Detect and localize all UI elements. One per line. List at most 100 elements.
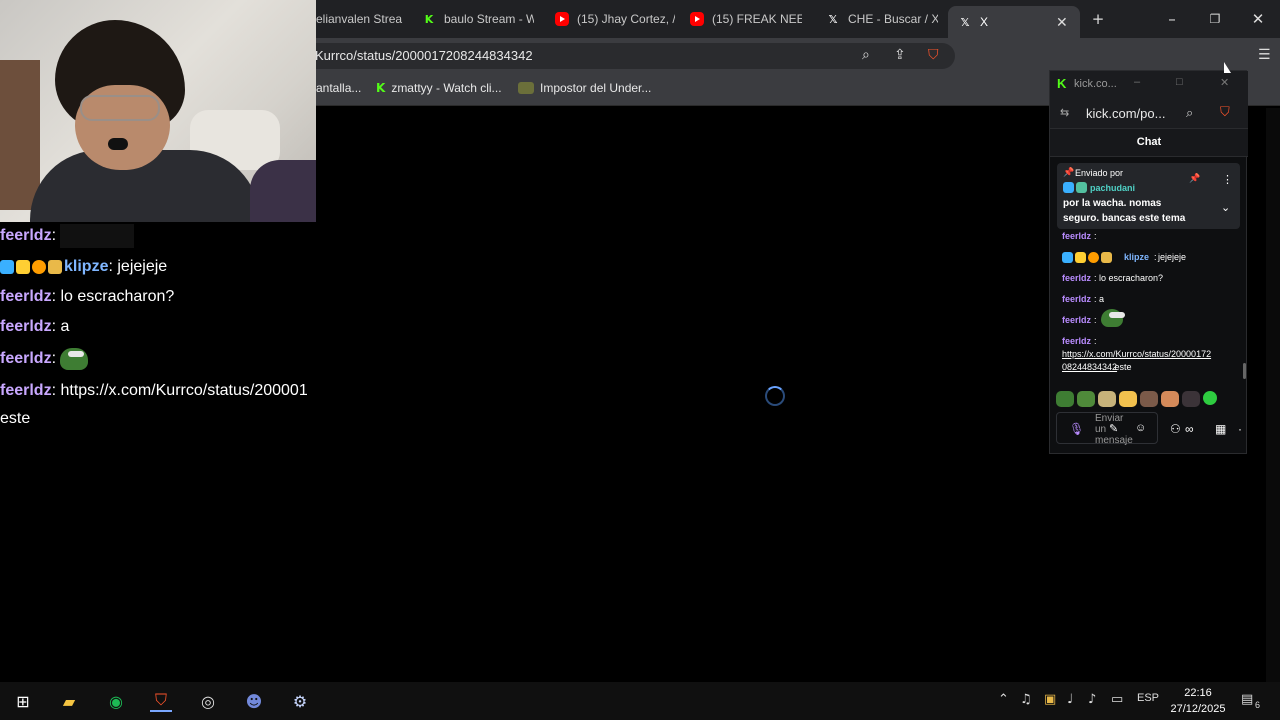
- close-tab-icon[interactable]: ✕: [1056, 14, 1068, 31]
- chat-username[interactable]: feerldz: [1062, 294, 1091, 304]
- tab-elianvalen[interactable]: elianvalen Strea: [316, 6, 406, 32]
- address-text[interactable]: Kurrco/status/2000017208244834342: [315, 48, 533, 63]
- chat-message: feerldz :: [0, 348, 89, 370]
- headset-icon[interactable]: ♫: [1020, 692, 1032, 707]
- restore-button[interactable]: ❐: [1203, 8, 1227, 30]
- chat-text: a: [1099, 294, 1105, 304]
- emote-icon[interactable]: [1119, 391, 1137, 407]
- pepe-emote-icon: [1101, 309, 1125, 327]
- chat-link[interactable]: 08244834342: [1062, 362, 1117, 372]
- emote-icon[interactable]: [1161, 391, 1179, 407]
- language-indicator[interactable]: ESP: [1137, 692, 1159, 704]
- bookmark-zmattyy[interactable]: K zmattyy - Watch cli...: [376, 81, 502, 95]
- site-settings-icon[interactable]: ⇆: [1060, 106, 1069, 119]
- kick-icon: K: [1057, 76, 1067, 91]
- chat-username[interactable]: feerldz: [1062, 336, 1091, 346]
- tab-jhay-cortez[interactable]: (15) Jhay Cortez, /: [555, 6, 675, 32]
- emote-icon[interactable]: [1140, 391, 1158, 407]
- unpin-icon[interactable]: 📌: [1189, 173, 1200, 184]
- more-options-icon[interactable]: ⋮: [1222, 173, 1233, 186]
- sub-badge-icon: [1101, 252, 1112, 263]
- volume-icon[interactable]: ♪: [1088, 692, 1096, 707]
- bookmark-impostor[interactable]: Impostor del Under...: [518, 81, 651, 95]
- chevron-up-icon[interactable]: ⌃: [998, 692, 1009, 707]
- kick-popup-window[interactable]: K kick.co... – □ ✕ ⇆ kick.com/po... ⌕ ⛉ …: [1049, 70, 1248, 454]
- emote-icon[interactable]: [1056, 391, 1074, 407]
- pinned-message[interactable]: 📌 Enviado por 📌 ⋮ pachudani por la wacha…: [1057, 163, 1240, 229]
- share-icon[interactable]: ⇪: [894, 47, 906, 63]
- emote-icon[interactable]: [1182, 391, 1200, 407]
- chat-scrollbar[interactable]: [1243, 363, 1246, 379]
- chat-username: feerldz: [0, 288, 52, 305]
- file-explorer-icon[interactable]: ▰: [58, 690, 80, 712]
- popup-address-text[interactable]: kick.com/po...: [1086, 106, 1165, 121]
- bookmark-pantalla[interactable]: antalla...: [316, 81, 361, 95]
- pinned-username[interactable]: pachudani: [1090, 183, 1135, 193]
- kick-icon: K: [424, 12, 434, 26]
- steam-icon[interactable]: ⚙: [289, 690, 311, 712]
- popup-maximize-button[interactable]: □: [1176, 76, 1183, 88]
- store-icon[interactable]: ▦: [1215, 422, 1226, 436]
- microphone-icon[interactable]: 🎙: [1069, 422, 1084, 436]
- chat-username[interactable]: klipze: [1124, 252, 1149, 262]
- input-placeholder-3: mensaje: [1095, 435, 1133, 446]
- tab-baulo[interactable]: K baulo Stream - W: [422, 6, 534, 32]
- menu-icon[interactable]: ☰: [1258, 47, 1271, 63]
- tab-che-buscar[interactable]: 𝕏 CHE - Buscar / X: [826, 6, 938, 32]
- chat-username: feerldz: [0, 350, 52, 367]
- microphone-icon[interactable]: ♩: [1067, 692, 1073, 707]
- minimize-button[interactable]: –: [1160, 8, 1184, 30]
- zoom-icon[interactable]: ⌕: [1186, 105, 1193, 121]
- windows-start-icon[interactable]: ⊞: [12, 690, 34, 712]
- emote-bar: [1056, 391, 1217, 407]
- address-bar[interactable]: Kurrco/status/2000017208244834342 ⌕ ⇪ ⛉: [300, 43, 955, 69]
- tab-freak-neek[interactable]: (15) FREAK NEEK: [690, 6, 802, 32]
- chat-username[interactable]: feerldz: [1062, 231, 1091, 241]
- chat-input[interactable]: 🎙 Enviar un mensaje ✎ ☺: [1056, 412, 1158, 446]
- badge-icon: [1062, 252, 1073, 263]
- brave-shield-icon[interactable]: ⛉: [1220, 104, 1230, 120]
- tab-x-active[interactable]: 𝕏 X ✕: [948, 6, 1080, 38]
- chat-text: jejejeje: [112, 258, 168, 275]
- close-window-button[interactable]: ✕: [1246, 8, 1270, 30]
- pinned-text-line1: por la wacha. nomas: [1063, 198, 1162, 209]
- chat-username: feerldz: [0, 318, 52, 335]
- popup-close-button[interactable]: ✕: [1220, 76, 1229, 89]
- obs-icon[interactable]: ◎: [197, 690, 219, 712]
- brave-shield-icon[interactable]: ⛉: [928, 47, 939, 63]
- emote-icon[interactable]: [1077, 391, 1095, 407]
- spotify-icon[interactable]: ◉: [105, 690, 127, 712]
- popup-title-bar[interactable]: K kick.co... – □ ✕: [1050, 71, 1248, 97]
- clock[interactable]: 22:16 27/12/2025: [1163, 685, 1233, 717]
- chat-text: lo escracharon?: [1099, 273, 1164, 283]
- x-icon: 𝕏: [960, 15, 970, 29]
- chat-username[interactable]: feerldz: [1062, 315, 1091, 325]
- emote-icon[interactable]: [1098, 391, 1116, 407]
- chat-text: lo escracharon?: [56, 288, 175, 305]
- emote-icon[interactable]: [1203, 391, 1217, 405]
- page-scrollbar[interactable]: [1266, 108, 1280, 682]
- network-icon[interactable]: ▭: [1111, 692, 1123, 707]
- popup-minimize-button[interactable]: –: [1134, 76, 1140, 88]
- chat-link[interactable]: https://x.com/Kurrco/status/20000172: [1062, 349, 1211, 359]
- badge-icon: [0, 260, 14, 274]
- popup-address-bar[interactable]: ⇆ kick.com/po... ⌕ ⛉: [1050, 97, 1248, 129]
- pepe-emote-icon: [60, 348, 89, 370]
- chat-separator: :: [51, 350, 57, 367]
- infinity-icon[interactable]: ∞: [1185, 422, 1194, 436]
- notifications-icon[interactable]: ▤: [1241, 692, 1253, 707]
- chat-text: https://x.com/Kurrco/status/200001: [56, 382, 308, 399]
- chevron-down-icon[interactable]: ⌄: [1221, 201, 1230, 214]
- windows-taskbar: ⊞ ▰ ◉ ⛉ ◎ ☻ ⚙ ⌃ ♫ ▣ ♩ ♪ ▭ ESP 22:16 27/1…: [0, 682, 1280, 720]
- send-icon[interactable]: ·: [1238, 422, 1242, 436]
- discord-icon[interactable]: ☻: [243, 690, 265, 712]
- emoji-icon[interactable]: ☺: [1135, 422, 1146, 434]
- tab-label: X: [980, 15, 989, 29]
- chat-username[interactable]: feerldz: [1062, 273, 1091, 283]
- brave-browser-icon[interactable]: ⛉: [150, 690, 172, 712]
- tray-app-icon[interactable]: ▣: [1044, 692, 1056, 707]
- translate-icon[interactable]: ✎: [1109, 422, 1118, 435]
- users-icon[interactable]: ⚇: [1170, 422, 1181, 436]
- zoom-icon[interactable]: ⌕: [862, 47, 870, 63]
- new-tab-button[interactable]: +: [1086, 8, 1110, 30]
